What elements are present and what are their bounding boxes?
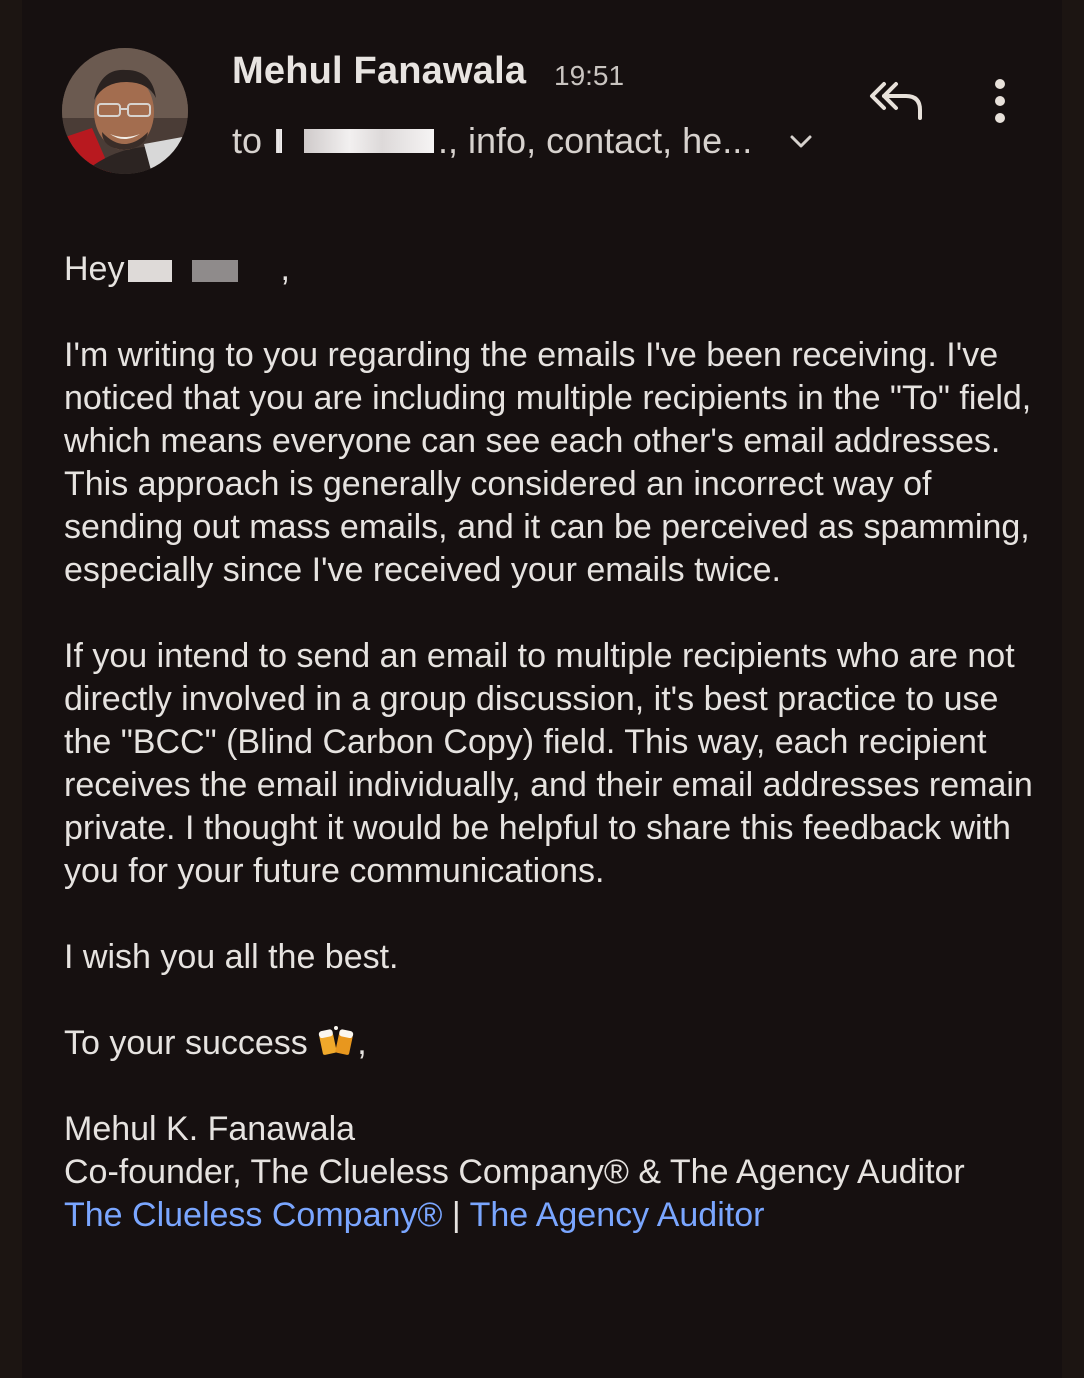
agency-auditor-link[interactable]: The Agency Auditor [470,1196,765,1234]
sender-name[interactable]: Mehul Fanawala [232,50,526,93]
paragraph-1: I'm writing to you regarding the emails … [64,336,1032,589]
avatar-photo [62,48,188,174]
redacted-recipient [304,129,435,153]
greeting-prefix: Hey [64,250,125,288]
signature: Mehul K. Fanawala Co-founder, The Cluele… [64,1108,1044,1237]
recipients-line[interactable]: to ., info, contact, he... [232,120,752,162]
paragraph-2: If you intend to send an email to multip… [64,637,1033,890]
redacted-name [192,260,239,283]
redacted-name [128,260,173,283]
signature-links: The Clueless Company® | The Agency Audit… [64,1194,1044,1237]
redacted-recipient [276,129,283,153]
email-header: Mehul Fanawala 19:51 to ., info, contact… [22,0,1062,200]
closing-success-suffix: , [357,1024,367,1062]
more-vert-icon[interactable] [988,78,1012,126]
greeting: Hey, [64,248,1044,291]
clinking-beer-mugs-icon [319,1026,354,1055]
to-label: to [232,120,263,161]
closing-wish: I wish you all the best. [64,938,399,976]
greeting-suffix: , [280,250,290,288]
sender-avatar[interactable] [62,48,188,174]
email-view: Mehul Fanawala 19:51 to ., info, contact… [22,0,1062,1378]
recipients-list: ., info, contact, he... [438,120,753,161]
signature-title: Co-founder, The Clueless Company® & The … [64,1153,965,1191]
link-separator: | [442,1196,470,1234]
chevron-down-icon[interactable] [786,126,816,156]
closing-success: To your success , [64,1022,1044,1065]
email-body: Hey, I'm writing to you regarding the em… [64,248,1044,1237]
closing-success-text: To your success [64,1024,308,1062]
signature-name: Mehul K. Fanawala [64,1110,356,1148]
email-time: 19:51 [554,60,625,91]
clueless-company-link[interactable]: The Clueless Company® [64,1196,442,1234]
reply-all-icon[interactable] [866,76,926,124]
